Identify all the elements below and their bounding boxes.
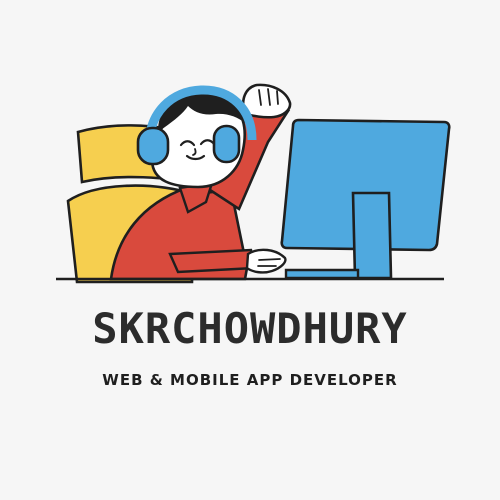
keyboard xyxy=(284,268,360,280)
right-headphone-icon xyxy=(212,124,241,164)
developer-at-computer-illustration xyxy=(0,0,500,500)
left-headphone-icon xyxy=(136,126,170,166)
brand-tagline: WEB & MOBILE APP DEVELOPER xyxy=(102,371,398,389)
brand-title: SKRCHOWDHURY xyxy=(92,304,408,353)
logo-canvas: SKRCHOWDHURY WEB & MOBILE APP DEVELOPER xyxy=(0,0,500,500)
monitor-stand xyxy=(351,191,393,280)
